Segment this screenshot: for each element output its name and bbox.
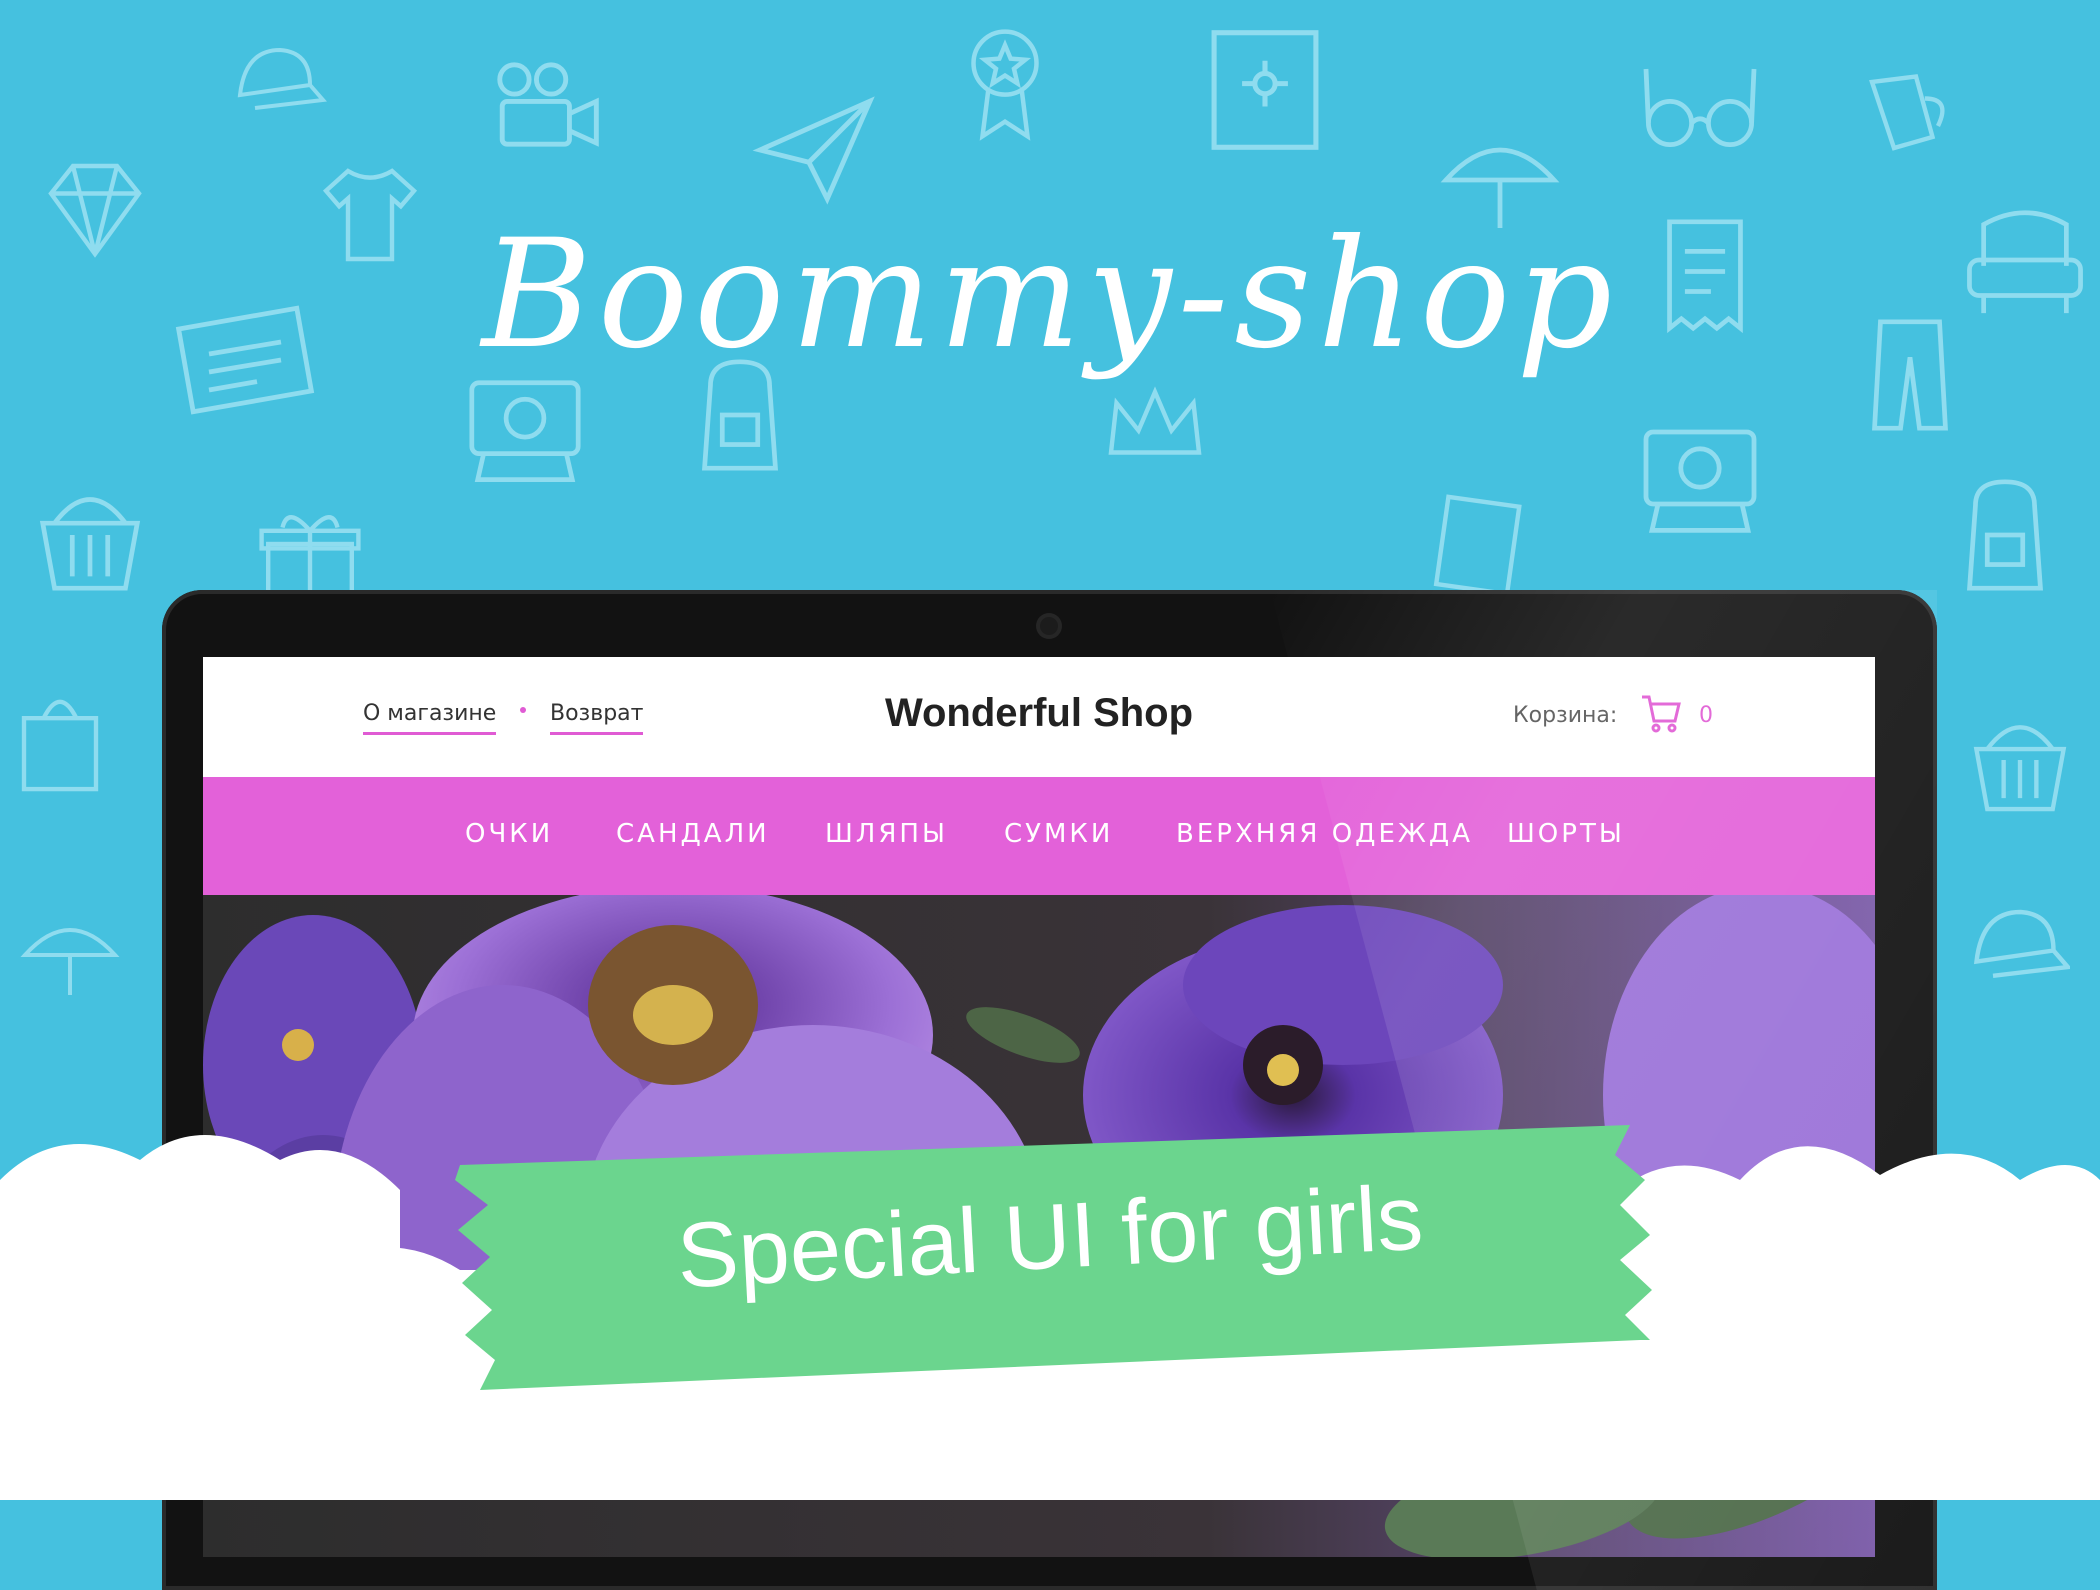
camera-icon <box>480 55 610 165</box>
category-nav: ОЧКИ САНДАЛИ ШЛЯПЫ СУМКИ ВЕРХНЯЯ ОДЕЖДА … <box>203 777 1875 895</box>
cap-icon-2 <box>1960 890 2070 1000</box>
cart-count: 0 <box>1699 703 1713 728</box>
mug-icon <box>1850 60 1960 170</box>
backpack-icon-2 <box>1940 470 2070 600</box>
shop-header: О магазине Возврат Wonderful Shop Корзин… <box>203 657 1875 777</box>
nav-item-outerwear[interactable]: ВЕРХНЯЯ ОДЕЖДА <box>1176 819 1473 849</box>
picture-icon <box>1200 20 1330 160</box>
nav-item-glasses[interactable]: ОЧКИ <box>465 819 553 849</box>
cart-icon[interactable] <box>1639 691 1683 735</box>
nav-item-shorts[interactable]: ШОРТЫ <box>1507 819 1625 849</box>
nav-item-bags[interactable]: СУМКИ <box>1004 819 1113 849</box>
glasses-icon <box>1640 55 1760 155</box>
webcam <box>1040 617 1058 635</box>
nav-item-sandals[interactable]: САНДАЛИ <box>616 819 770 849</box>
umbrella-icon-2 <box>20 900 120 1010</box>
polaroid-icon-2 <box>1630 420 1770 540</box>
book-icon <box>1420 490 1530 600</box>
bag-icon <box>10 680 110 800</box>
basket-icon-2 <box>1950 700 2090 820</box>
award-icon <box>960 15 1050 145</box>
cap-icon <box>220 30 330 130</box>
basket-icon <box>30 470 150 600</box>
shop-brand[interactable]: Wonderful Shop <box>203 691 1875 736</box>
headline: Boommy-shop <box>481 208 1619 382</box>
cart-label: Корзина: <box>1513 703 1618 728</box>
nav-item-hats[interactable]: ШЛЯПЫ <box>825 819 948 849</box>
